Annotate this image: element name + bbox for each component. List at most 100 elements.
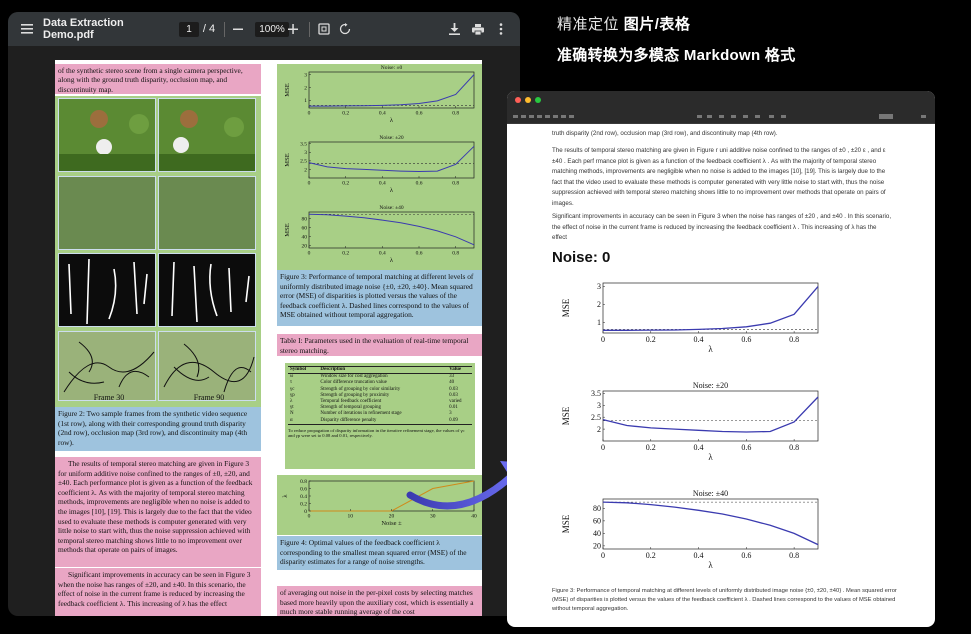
plot-title: Noise: ±0 — [381, 65, 403, 71]
text-block-intro: of the synthetic stereo scene from a sin… — [55, 64, 261, 94]
pdf-page: of the synthetic stereo scene from a sin… — [55, 60, 482, 616]
page-number-input[interactable]: 1 — [179, 22, 199, 37]
plot-frame — [308, 71, 475, 109]
x-tick-label: 0.4 — [379, 111, 386, 117]
y-tick-label: 0.8 — [300, 479, 307, 485]
x-axis-label: λ — [390, 117, 394, 124]
x-tick-label: 0.8 — [452, 181, 459, 187]
y-axis-label: λ — [282, 494, 289, 498]
y-tick-label: 3 — [597, 401, 601, 410]
x-tick-label: 0.6 — [741, 335, 751, 344]
x-tick-label: 0 — [601, 551, 605, 560]
y-tick-label: 1 — [304, 98, 307, 104]
x-axis-label: λ — [390, 187, 394, 194]
headline-part-1: 精准定位 — [557, 16, 620, 33]
plot-title: Noise: ±20 — [693, 381, 728, 390]
plot-frame — [308, 211, 475, 249]
x-tick-label: 0.6 — [416, 111, 423, 117]
y-tick-label: 3 — [304, 72, 307, 78]
table-header-symbol: Symbol — [290, 367, 307, 372]
disparity-image-right — [158, 176, 256, 250]
x-tick-label: 0.4 — [694, 335, 704, 344]
x-tick-label: 0.8 — [789, 335, 799, 344]
discontinuity-map-left — [58, 331, 156, 401]
menu-icon[interactable] — [18, 12, 36, 46]
x-tick-label: 20 — [389, 514, 395, 520]
table-header-value: Value — [449, 367, 462, 372]
x-tick-label: 0.6 — [416, 251, 423, 257]
x-tick-label: 10 — [348, 514, 354, 520]
plot-frame — [602, 282, 819, 334]
y-tick-label: 2 — [597, 300, 601, 309]
series-line — [603, 286, 819, 331]
table-cell: Disparity difference penalty — [320, 417, 377, 423]
window-titlebar — [507, 91, 935, 109]
frame-90-label: Frame 90 — [193, 393, 225, 402]
zoom-in-icon[interactable] — [284, 12, 302, 46]
plot-title: Noise: ±40 — [379, 205, 404, 211]
document-title: Data Extraction Demo.pdf — [43, 17, 124, 41]
x-tick-label: 0 — [308, 514, 311, 520]
rotate-icon[interactable] — [336, 12, 354, 46]
y-tick-label: 0.6 — [300, 486, 307, 492]
x-tick-label: 0.2 — [342, 181, 349, 187]
x-tick-label: 0.8 — [452, 111, 459, 117]
plot-frame — [602, 390, 819, 442]
download-icon[interactable] — [445, 12, 463, 46]
table-cell: 0.09 — [449, 417, 458, 423]
more-icon[interactable] — [492, 12, 510, 46]
y-tick-label: 3.5 — [591, 389, 601, 398]
y-tick-label: 2 — [597, 425, 601, 434]
table-1-region: Symbol Description Value ω Window size fo… — [285, 363, 475, 469]
figure-3-caption: Figure 3: Performance of temporal matchi… — [277, 270, 482, 326]
y-tick-label: 20 — [593, 542, 601, 551]
x-tick-label: 0.8 — [789, 443, 799, 452]
figure-3-region: Noise: ±0 0 0.2 0.4 0.6 0.8 1 2 3 λ MSE Noise: ±20 0… — [277, 64, 482, 270]
markdown-paragraph-1: The results of temporal stereo matching … — [552, 147, 886, 207]
y-tick-label: 40 — [593, 529, 601, 538]
x-tick-label: 0 — [308, 181, 311, 187]
table-cell: ω — [290, 374, 294, 380]
table-1-caption: Table I: Parameters used in the evaluati… — [277, 334, 482, 356]
markdown-figure-3-plots: 0 0.2 0.4 0.6 0.8 1 2 3 λ MSE Noise: ±20 0 0.2 0.4 0.6… — [561, 282, 819, 570]
table-row: ω Window size for cost aggregation 33 — [288, 374, 472, 381]
figure-4-caption: Figure 4: Optimal values of the feedback… — [277, 536, 482, 570]
y-tick-label: 3.5 — [300, 142, 307, 148]
series-line — [602, 396, 819, 433]
fit-page-icon[interactable] — [315, 12, 333, 46]
plot-frame — [602, 498, 819, 550]
discontinuity-map-right — [158, 331, 256, 401]
y-tick-label: 0.4 — [300, 494, 307, 500]
figure-2-caption: Figure 2: Two sample frames from the syn… — [55, 407, 261, 451]
x-tick-label: 0.6 — [416, 181, 423, 187]
y-axis-label: MSE — [284, 223, 291, 236]
series-line — [308, 213, 475, 246]
x-tick-label: 0.8 — [452, 251, 459, 257]
x-tick-label: 0.8 — [789, 551, 799, 560]
x-tick-label: 0.6 — [741, 551, 751, 560]
minimize-button[interactable] — [525, 97, 531, 103]
y-axis-label: MSE — [561, 514, 571, 533]
y-tick-label: 80 — [302, 217, 308, 223]
pdf-toolbar: Data Extraction Demo.pdf 1 / 4 100% — [8, 12, 520, 46]
print-icon[interactable] — [469, 12, 487, 46]
y-axis-label: MSE — [561, 406, 571, 425]
plot-frame — [308, 141, 475, 179]
table-cell: Window size for cost aggregation — [320, 374, 388, 380]
table-cell: α — [290, 417, 293, 423]
table-cell: 33 — [449, 374, 455, 380]
y-tick-label: 2 — [304, 167, 307, 173]
table-header-description: Description — [320, 367, 346, 372]
series-line — [602, 501, 819, 546]
y-tick-label: 2 — [304, 85, 307, 91]
maximize-button[interactable] — [535, 97, 541, 103]
plot-title: Noise: ±40 — [693, 489, 728, 498]
x-axis-label: λ — [390, 257, 394, 264]
x-tick-label: 0 — [308, 111, 311, 117]
y-tick-label: 60 — [593, 517, 601, 526]
y-tick-label: 40 — [302, 235, 308, 241]
x-axis-label: Noise ± — [381, 520, 402, 527]
total-pages: / 4 — [202, 23, 216, 35]
close-button[interactable] — [515, 97, 521, 103]
zoom-out-icon[interactable] — [229, 12, 247, 46]
